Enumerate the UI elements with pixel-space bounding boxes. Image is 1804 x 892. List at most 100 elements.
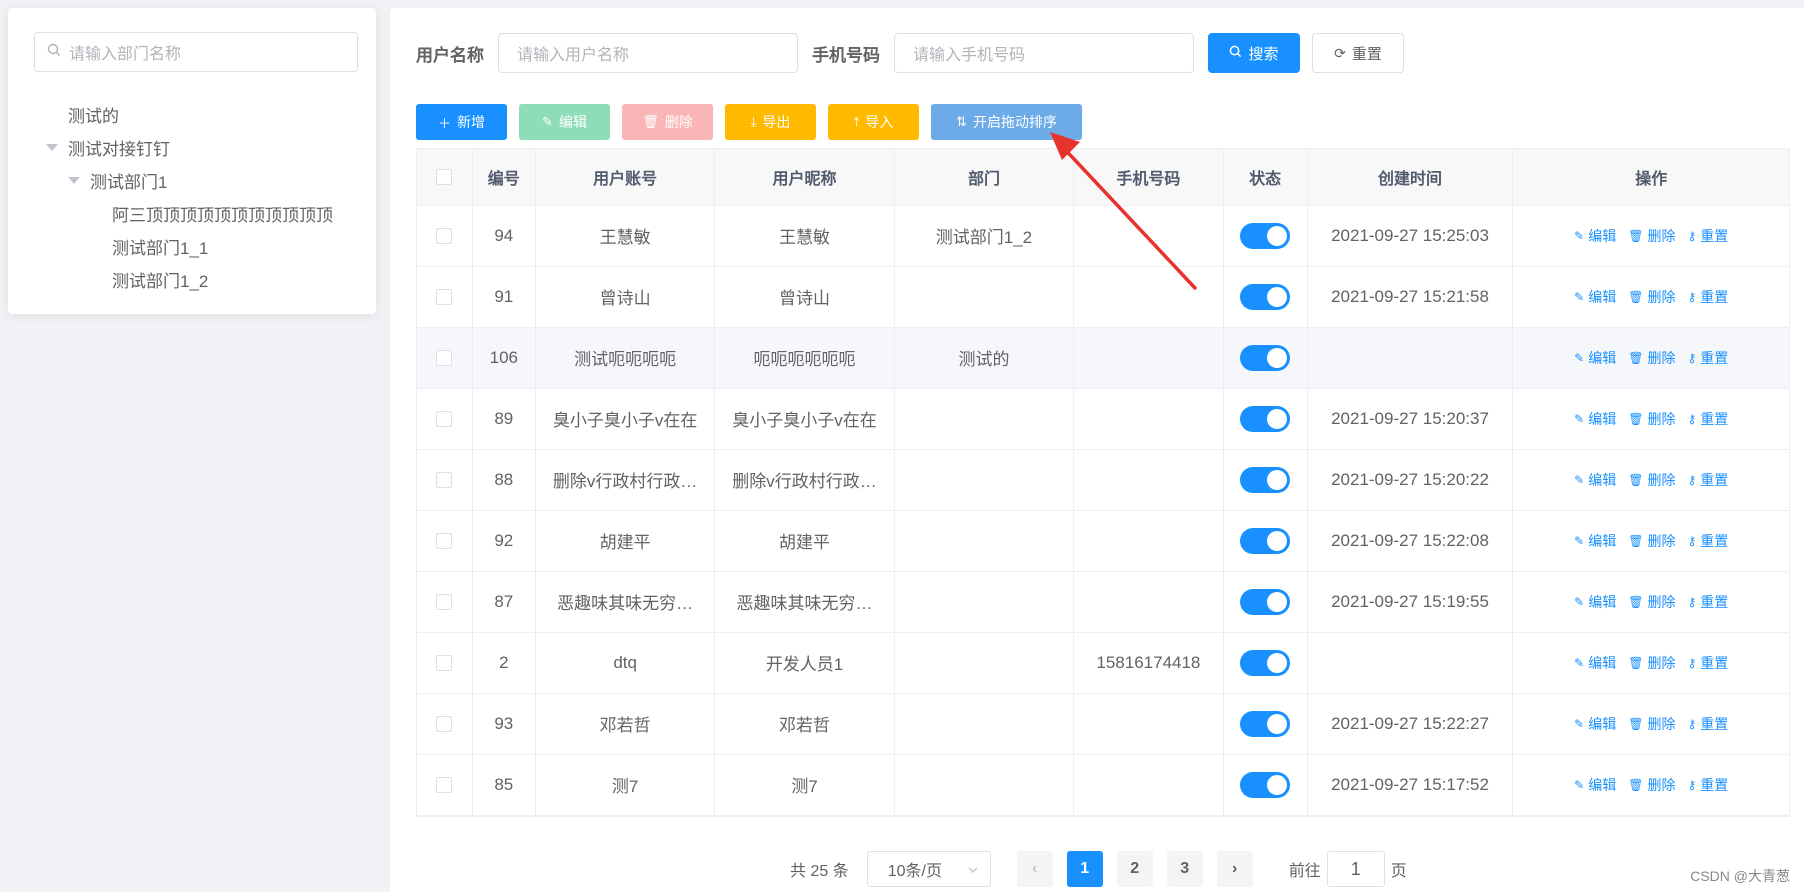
row-reset-button[interactable]: ⚷ 重置 — [1687, 714, 1728, 734]
row-delete-button[interactable]: 🗑 删除 — [1628, 714, 1675, 734]
row-edit-button[interactable]: ✎ 编辑 — [1574, 775, 1616, 795]
table-row[interactable]: 88 删除v行政村行政… 删除v行政村行政… 2021-09-27 15:20:22 ✎… — [417, 449, 1789, 511]
goto-page-input[interactable]: 1 — [1326, 851, 1385, 887]
row-select-cell[interactable] — [417, 754, 473, 816]
row-checkbox[interactable] — [436, 350, 453, 367]
page-size-select[interactable]: 10条/页 — [866, 851, 991, 887]
row-reset-button[interactable]: ⚷ 重置 — [1687, 531, 1728, 551]
row-checkbox[interactable] — [436, 228, 453, 245]
header-account: 用户账号 — [535, 149, 716, 206]
row-delete-button[interactable]: 🗑 删除 — [1628, 775, 1675, 795]
row-edit-button[interactable]: ✎ 编辑 — [1574, 714, 1616, 734]
tree-node[interactable]: 阿三顶顶顶顶顶顶顶顶顶顶顶 — [8, 197, 376, 230]
reset-button[interactable]: ⟳ 重置 — [1312, 33, 1404, 73]
table-row[interactable]: 93 邓若哲 邓若哲 2021-09-27 15:22:27 ✎ 编辑 🗑 删除 ⚷ 重置 — [417, 693, 1789, 755]
trash-icon: 🗑 — [1628, 412, 1644, 426]
row-delete-button[interactable]: 🗑 删除 — [1628, 409, 1675, 429]
page-button-2[interactable]: 2 — [1116, 851, 1153, 887]
row-delete-button[interactable]: 🗑 删除 — [1628, 226, 1675, 246]
status-toggle[interactable] — [1240, 466, 1291, 493]
table-row[interactable]: 106 测试呃呃呃呃 呃呃呃呃呃呃 测试的 ✎ 编辑 🗑 删除 ⚷ 重置 — [417, 327, 1789, 389]
row-select-cell[interactable] — [417, 388, 473, 450]
status-toggle[interactable] — [1240, 710, 1291, 737]
row-select-cell[interactable] — [417, 266, 473, 328]
row-checkbox[interactable] — [436, 472, 453, 489]
prev-page-button[interactable]: ‹ — [1016, 851, 1053, 887]
row-select-cell[interactable] — [417, 510, 473, 572]
row-edit-button[interactable]: ✎ 编辑 — [1574, 592, 1616, 612]
row-select-cell[interactable] — [417, 571, 473, 633]
row-select-cell[interactable] — [417, 693, 473, 755]
row-reset-button[interactable]: ⚷ 重置 — [1687, 653, 1728, 673]
table-row[interactable]: 2 dtq 开发人员1 15816174418 ✎ 编辑 🗑 删除 ⚷ 重置 — [417, 632, 1789, 694]
status-toggle[interactable] — [1240, 771, 1291, 798]
status-toggle[interactable] — [1240, 527, 1291, 554]
phone-input[interactable]: 请输入手机号码 — [894, 33, 1194, 73]
row-edit-button[interactable]: ✎ 编辑 — [1574, 531, 1616, 551]
status-toggle[interactable] — [1240, 222, 1291, 249]
row-edit-button[interactable]: ✎ 编辑 — [1574, 409, 1616, 429]
status-toggle[interactable] — [1240, 344, 1291, 371]
dept-search-input[interactable]: 请输入部门名称 — [34, 32, 358, 72]
add-button[interactable]: ＋ 新增 — [416, 104, 507, 140]
row-edit-button[interactable]: ✎ 编辑 — [1574, 470, 1616, 490]
row-reset-button[interactable]: ⚷ 重置 — [1687, 470, 1728, 490]
row-delete-button[interactable]: 🗑 删除 — [1628, 287, 1675, 307]
page-button-3[interactable]: 3 — [1166, 851, 1203, 887]
caret-down-icon[interactable] — [68, 177, 80, 184]
row-delete-button[interactable]: 🗑 删除 — [1628, 592, 1675, 612]
row-reset-button[interactable]: ⚷ 重置 — [1687, 287, 1728, 307]
row-delete-button[interactable]: 🗑 删除 — [1628, 653, 1675, 673]
row-checkbox[interactable] — [436, 289, 453, 306]
row-checkbox[interactable] — [436, 655, 453, 672]
table-row[interactable]: 89 臭小子臭小子v在在 臭小子臭小子v在在 2021-09-27 15:20:37 ✎… — [417, 388, 1789, 450]
cell-account: 王慧敏 — [535, 205, 716, 267]
tree-node[interactable]: 测试的 — [8, 98, 376, 131]
row-select-cell[interactable] — [417, 205, 473, 267]
row-reset-button[interactable]: ⚷ 重置 — [1687, 409, 1728, 429]
row-reset-button[interactable]: ⚷ 重置 — [1687, 226, 1728, 246]
caret-down-icon[interactable] — [46, 144, 58, 151]
page-button-1[interactable]: 1 — [1066, 851, 1103, 887]
row-checkbox[interactable] — [436, 716, 453, 733]
header-select-all[interactable] — [417, 149, 473, 206]
edit-button[interactable]: ✎ 编辑 — [519, 104, 610, 140]
row-delete-button[interactable]: 🗑 删除 — [1628, 531, 1675, 551]
status-toggle[interactable] — [1240, 405, 1291, 432]
row-checkbox[interactable] — [436, 777, 453, 794]
row-reset-button[interactable]: ⚷ 重置 — [1687, 348, 1728, 368]
row-reset-button[interactable]: ⚷ 重置 — [1687, 592, 1728, 612]
tree-node[interactable]: 测试部门1_2 — [8, 263, 376, 296]
row-reset-button[interactable]: ⚷ 重置 — [1687, 775, 1728, 795]
select-all-checkbox[interactable] — [436, 168, 453, 185]
status-toggle[interactable] — [1240, 649, 1291, 676]
row-delete-button[interactable]: 🗑 删除 — [1628, 348, 1675, 368]
import-button[interactable]: ⤒ 导入 — [828, 104, 919, 140]
row-checkbox[interactable] — [436, 533, 453, 550]
goto-suffix: 页 — [1390, 863, 1407, 880]
row-checkbox[interactable] — [436, 411, 453, 428]
cell-actions: ✎ 编辑 🗑 删除 ⚷ 重置 — [1512, 388, 1789, 450]
search-button[interactable]: 搜索 — [1208, 33, 1300, 73]
row-select-cell[interactable] — [417, 449, 473, 511]
table-row[interactable]: 85 测7 测7 2021-09-27 15:17:52 ✎ 编辑 🗑 删除 ⚷ 重置 — [417, 754, 1789, 816]
export-button[interactable]: ⤓ 导出 — [725, 104, 816, 140]
username-input[interactable]: 请输入用户名称 — [498, 33, 798, 73]
status-toggle[interactable] — [1240, 588, 1291, 615]
delete-button[interactable]: 🗑 删除 — [622, 104, 713, 140]
table-row[interactable]: 87 恶趣味其味无穷… 恶趣味其味无穷… 2021-09-27 15:19:55 ✎ 编辑… — [417, 571, 1789, 633]
row-select-cell[interactable] — [417, 632, 473, 694]
row-edit-button[interactable]: ✎ 编辑 — [1574, 348, 1616, 368]
row-checkbox[interactable] — [436, 594, 453, 611]
next-page-button[interactable]: › — [1216, 851, 1253, 887]
row-edit-button[interactable]: ✎ 编辑 — [1574, 287, 1616, 307]
row-select-cell[interactable] — [417, 327, 473, 389]
tree-node[interactable]: 测试部门1 — [8, 164, 376, 197]
row-edit-button[interactable]: ✎ 编辑 — [1574, 226, 1616, 246]
status-toggle[interactable] — [1240, 283, 1291, 310]
row-delete-button[interactable]: 🗑 删除 — [1628, 470, 1675, 490]
tree-node[interactable]: 测试部门1_1 — [8, 230, 376, 263]
tree-node[interactable]: 测试对接钉钉 — [8, 131, 376, 164]
table-row[interactable]: 92 胡建平 胡建平 2021-09-27 15:22:08 ✎ 编辑 🗑 删除 ⚷ 重置 — [417, 510, 1789, 572]
row-edit-button[interactable]: ✎ 编辑 — [1574, 653, 1616, 673]
